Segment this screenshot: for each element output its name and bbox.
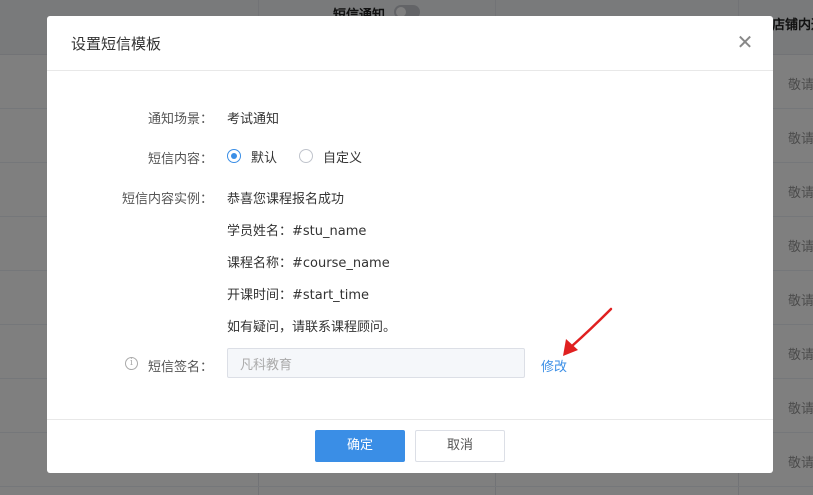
annotation-arrow bbox=[563, 307, 613, 356]
